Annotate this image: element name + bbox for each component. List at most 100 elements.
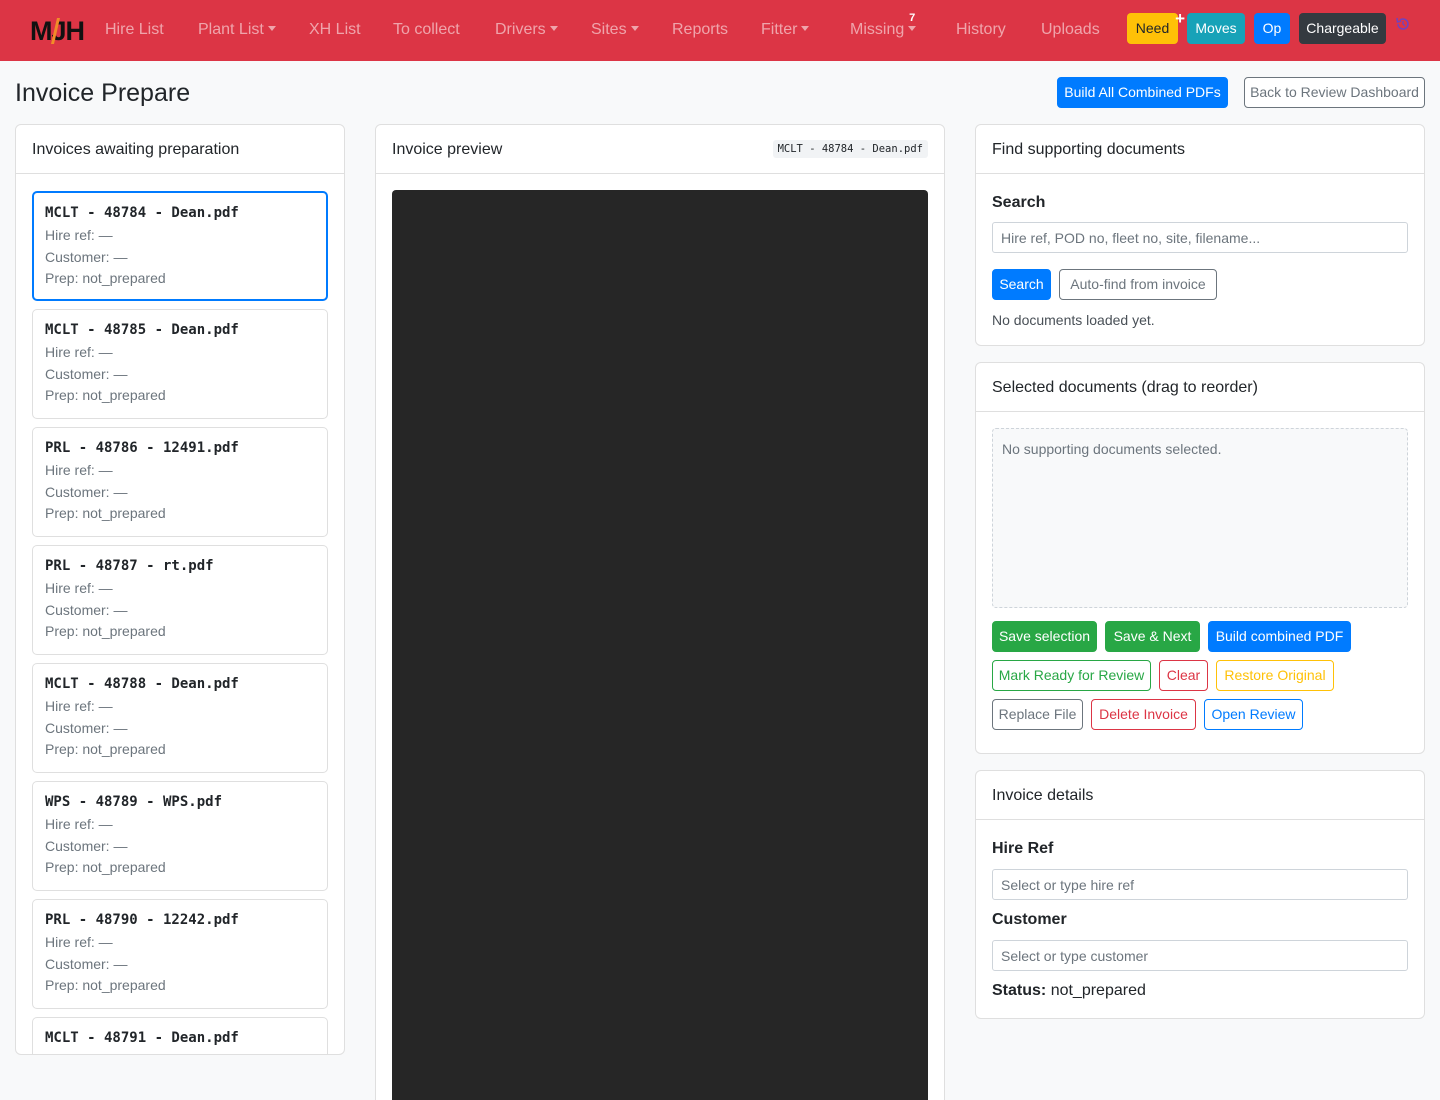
invoice-prep-status: Prep: not_prepared	[45, 741, 166, 757]
invoice-list-item[interactable]: MCLT - 48785 - Dean.pdf Hire ref: — Custom…	[32, 309, 328, 419]
nav-item-plant-list[interactable]: Plant List	[198, 21, 276, 39]
invoice-preview-card: Invoice preview MCLT - 48784 - Dean.pdf	[375, 124, 945, 1100]
invoice-customer: Customer: —	[45, 720, 128, 736]
missing-count-badge: 7	[909, 12, 916, 24]
invoice-filename: PRL - 48790 - 12242.pdf	[45, 912, 239, 928]
page-title: Invoice Prepare	[15, 79, 191, 107]
back-to-review-dashboard-button[interactable]: Back to Review Dashboard	[1244, 77, 1425, 108]
caret-down-icon	[267, 26, 276, 31]
hire-ref-input[interactable]	[992, 869, 1408, 900]
no-documents-selected-text: No supporting documents selected.	[1002, 441, 1222, 457]
nav-item-history[interactable]: History	[956, 21, 1006, 39]
invoice-list-item[interactable]: PRL - 48790 - 12242.pdf Hire ref: — Custom…	[32, 899, 328, 1009]
invoice-list-item[interactable]: MCLT - 48784 - Dean.pdf Hire ref: — Custom…	[32, 191, 328, 301]
caret-down-icon	[549, 26, 558, 31]
nav-item-label: Fitter	[761, 21, 798, 38]
document-search-input[interactable]	[992, 222, 1408, 253]
selected-documents-dropzone[interactable]: No supporting documents selected.	[992, 428, 1408, 608]
mark-ready-for-review-button[interactable]: Mark Ready for Review	[992, 660, 1151, 691]
status-label: Status:	[992, 982, 1047, 999]
selected-documents-header: Selected documents (drag to reorder)	[976, 363, 1424, 412]
op-button[interactable]: Op	[1254, 13, 1290, 44]
save-selection-button[interactable]: Save selection	[992, 621, 1097, 652]
open-review-button[interactable]: Open Review	[1204, 699, 1303, 730]
nav-item-drivers[interactable]: Drivers	[495, 21, 558, 39]
invoice-customer: Customer: —	[45, 838, 128, 854]
invoice-customer: Customer: —	[45, 249, 128, 265]
auto-find-button[interactable]: Auto-find from invoice	[1059, 269, 1217, 300]
invoice-list-item[interactable]: WPS - 48789 - WPS.pdf Hire ref: — Customer…	[32, 781, 328, 891]
replace-file-button[interactable]: Replace File	[992, 699, 1083, 730]
invoice-list-item[interactable]: MCLT - 48788 - Dean.pdf Hire ref: — Custom…	[32, 663, 328, 773]
selected-documents-card: Selected documents (drag to reorder) No …	[975, 362, 1425, 754]
invoice-hire-ref: Hire ref: —	[45, 580, 113, 596]
nav-item-xh-list[interactable]: XH List	[309, 21, 361, 39]
caret-down-icon	[908, 26, 917, 31]
history-icon[interactable]	[1395, 16, 1411, 32]
nav-item-label: History	[956, 21, 1006, 38]
find-documents-header: Find supporting documents	[976, 125, 1424, 174]
status-value: not_prepared	[1050, 982, 1146, 999]
save-next-button[interactable]: Save & Next	[1105, 621, 1200, 652]
invoice-filename: MCLT - 48791 - Dean.pdf	[45, 1030, 239, 1046]
customer-label: Customer	[992, 911, 1067, 928]
invoice-filename: MCLT - 48785 - Dean.pdf	[45, 322, 239, 338]
caret-down-icon	[630, 26, 639, 31]
moves-button[interactable]: Moves	[1187, 13, 1245, 44]
search-button[interactable]: Search	[992, 269, 1051, 300]
nav-item-label: XH List	[309, 21, 361, 38]
invoice-customer: Customer: —	[45, 366, 128, 382]
nav-item-hire-list[interactable]: Hire List	[105, 21, 164, 39]
invoice-filename: WPS - 48789 - WPS.pdf	[45, 794, 223, 810]
find-documents-card: Find supporting documents Search Search …	[975, 124, 1425, 346]
moves-button-label: Moves	[1195, 20, 1237, 36]
invoice-hire-ref: Hire ref: —	[45, 227, 113, 243]
chargeable-button-label: Chargeable	[1306, 20, 1379, 36]
invoice-details-card: Invoice details Hire Ref Customer Status…	[975, 770, 1425, 1019]
company-logo[interactable]: MJH	[30, 14, 84, 46]
nav-item-label: Sites	[591, 21, 627, 38]
invoice-preview-title: Invoice preview	[392, 141, 503, 158]
need-button[interactable]: Need +	[1127, 9, 1185, 44]
chargeable-button[interactable]: Chargeable	[1299, 13, 1386, 44]
invoice-prep-status: Prep: not_prepared	[45, 270, 166, 286]
nav-item-uploads[interactable]: Uploads	[1041, 21, 1100, 39]
nav-item-to-collect[interactable]: To collect	[393, 21, 460, 39]
restore-original-button[interactable]: Restore Original	[1216, 660, 1334, 691]
invoice-prep-status: Prep: not_prepared	[45, 859, 166, 875]
build-combined-pdf-button[interactable]: Build combined PDF	[1208, 621, 1351, 652]
nav-item-label: Plant List	[198, 21, 264, 38]
customer-input[interactable]	[992, 940, 1408, 971]
documents-status-text: No documents loaded yet.	[992, 312, 1155, 328]
invoice-list: MCLT - 48784 - Dean.pdf Hire ref: — Custom…	[16, 125, 344, 1054]
invoice-details-header: Invoice details	[976, 771, 1424, 820]
nav-item-label: To collect	[393, 21, 460, 38]
delete-invoice-button[interactable]: Delete Invoice	[1091, 699, 1196, 730]
invoice-customer: Customer: —	[45, 602, 128, 618]
invoice-hire-ref: Hire ref: —	[45, 344, 113, 360]
nav-item-label: Hire List	[105, 21, 164, 38]
nav-item-sites[interactable]: Sites	[591, 21, 639, 39]
pdf-preview-frame[interactable]	[392, 190, 928, 1100]
invoice-prep-status: Prep: not_prepared	[45, 977, 166, 993]
nav-item-reports[interactable]: Reports	[672, 21, 728, 39]
invoice-preview-header: Invoice preview MCLT - 48784 - Dean.pdf	[376, 125, 944, 174]
invoice-customer: Customer: —	[45, 956, 128, 972]
top-navbar: MJH Hire List Plant List XH List To collect…	[0, 0, 1440, 61]
nav-item-missing[interactable]: Missing 7	[850, 12, 917, 39]
invoice-list-item[interactable]: PRL - 48786 - 12491.pdf Hire ref: — Custom…	[32, 427, 328, 537]
invoice-hire-ref: Hire ref: —	[45, 816, 113, 832]
search-label: Search	[992, 194, 1046, 211]
invoices-list-card: Invoices awaiting preparation MCLT - 487…	[15, 124, 345, 1055]
nav-item-label: Drivers	[495, 21, 546, 38]
nav-item-label: Uploads	[1041, 21, 1100, 38]
invoice-list-item[interactable]: PRL - 48787 - rt.pdf Hire ref: — Customer:…	[32, 545, 328, 655]
invoice-hire-ref: Hire ref: —	[45, 462, 113, 478]
nav-item-fitter[interactable]: Fitter	[761, 21, 810, 39]
build-all-combined-pdfs-button[interactable]: Build All Combined PDFs	[1057, 77, 1228, 108]
invoice-prep-status: Prep: not_prepared	[45, 387, 166, 403]
clear-button[interactable]: Clear	[1159, 660, 1208, 691]
invoice-hire-ref: Hire ref: —	[45, 698, 113, 714]
nav-item-label: Reports	[672, 21, 729, 38]
invoice-list-item[interactable]: MCLT - 48791 - Dean.pdf	[32, 1017, 328, 1054]
